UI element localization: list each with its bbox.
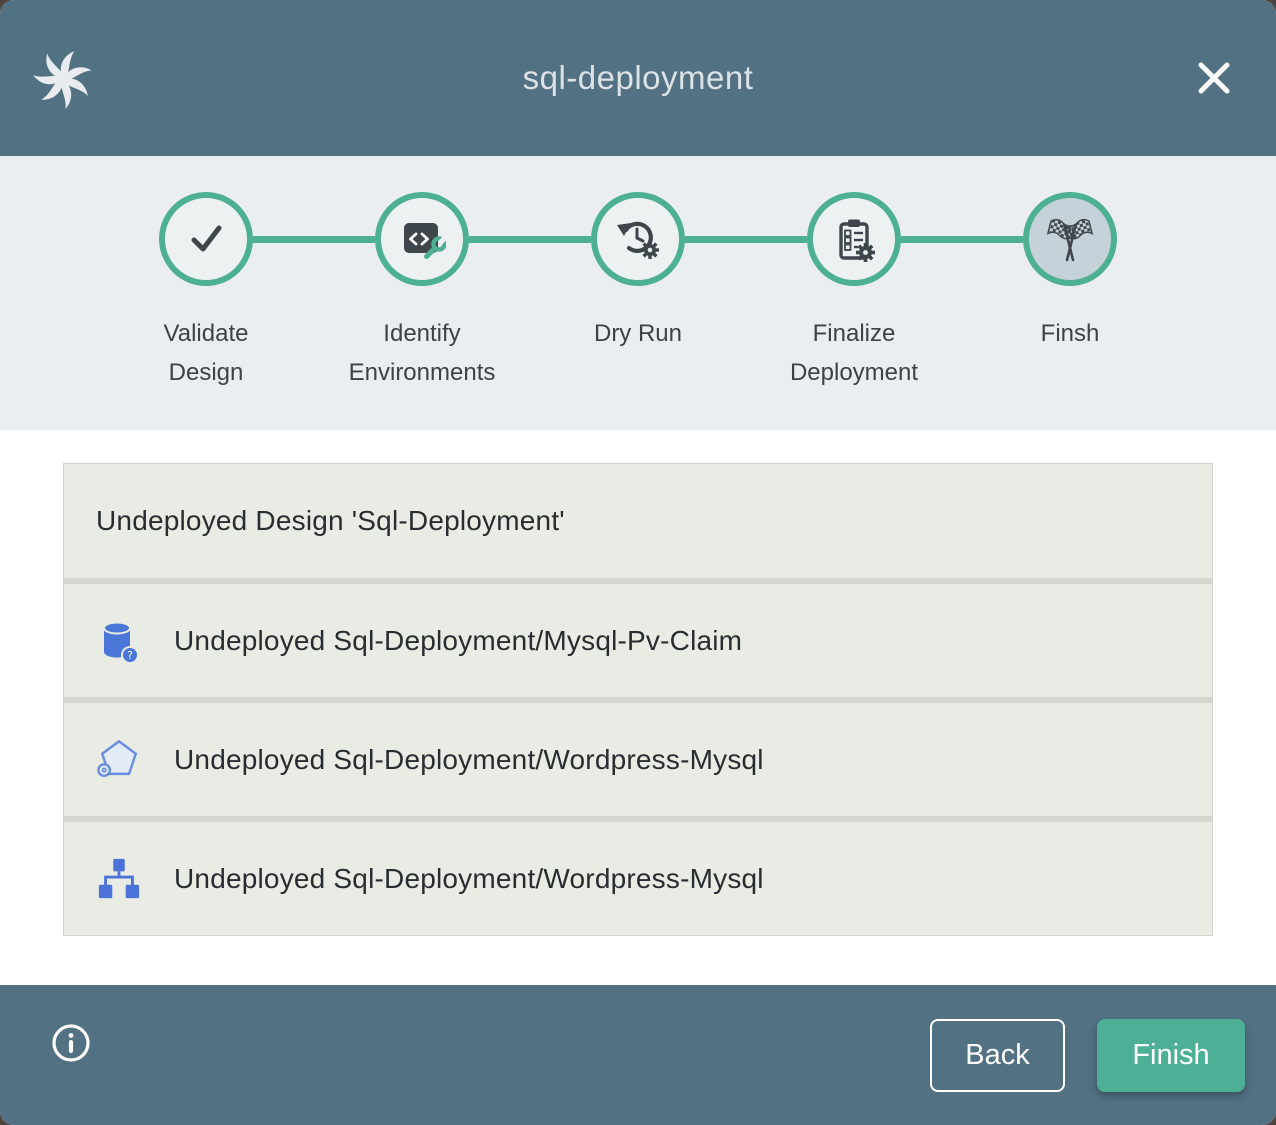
wizard-stepper: Validate Design Identify Environments Dr… — [0, 156, 1276, 430]
info-icon — [50, 1022, 92, 1064]
step-label-finish: Finsh — [962, 314, 1178, 392]
deployment-status-panel: Undeployed Design 'Sql-Deployment' ? Und… — [63, 463, 1213, 936]
step-finish[interactable] — [1023, 192, 1117, 286]
status-content: Undeployed Design 'Sql-Deployment' ? Und… — [0, 430, 1276, 985]
svg-text:?: ? — [127, 650, 133, 662]
modal-title: sql-deployment — [0, 59, 1276, 97]
status-row-mysql-pv-claim: ? Undeployed Sql-Deployment/Mysql-Pv-Cla… — [64, 578, 1212, 697]
step-finalize-deployment[interactable] — [807, 192, 901, 286]
close-icon — [1195, 59, 1233, 97]
step-label-validate-design: Validate Design — [98, 314, 314, 392]
status-row-text: Undeployed Sql-Deployment/Wordpress-Mysq… — [174, 863, 764, 895]
stepper-connector — [901, 236, 1023, 243]
close-button[interactable] — [1194, 58, 1234, 98]
database-icon: ? — [96, 617, 142, 665]
stepper-connector — [685, 236, 807, 243]
back-button[interactable]: Back — [930, 1019, 1065, 1092]
step-dry-run[interactable] — [591, 192, 685, 286]
code-wrench-icon — [398, 215, 446, 263]
sitemap-icon — [96, 855, 142, 903]
step-label-dry-run: Dry Run — [530, 314, 746, 392]
status-row-wordpress-mysql-2: Undeployed Sql-Deployment/Wordpress-Mysq… — [64, 816, 1212, 935]
status-title-text: Undeployed Design 'Sql-Deployment' — [96, 505, 565, 537]
status-row-wordpress-mysql-1: Undeployed Sql-Deployment/Wordpress-Mysq… — [64, 697, 1212, 816]
modal-header: sql-deployment — [0, 0, 1276, 156]
modal-footer: Back Finish — [0, 985, 1276, 1125]
checkmark-icon — [182, 215, 230, 263]
status-row-text: Undeployed Sql-Deployment/Mysql-Pv-Claim — [174, 625, 742, 657]
pinwheel-logo-icon — [30, 46, 96, 112]
sql-deployment-modal: sql-deployment — [0, 0, 1276, 1125]
clipboard-gear-icon — [830, 215, 878, 263]
stepper-connector — [253, 236, 375, 243]
step-identify-environments[interactable] — [375, 192, 469, 286]
stepper-connector — [469, 236, 591, 243]
refresh-gear-icon — [614, 215, 662, 263]
stepper-labels: Validate Design Identify Environments Dr… — [0, 314, 1276, 392]
step-validate-design[interactable] — [159, 192, 253, 286]
pentagon-icon — [96, 736, 142, 784]
step-label-finalize-deployment: Finalize Deployment — [746, 314, 962, 392]
status-title-row: Undeployed Design 'Sql-Deployment' — [64, 464, 1212, 578]
checkered-flags-icon — [1045, 214, 1095, 264]
step-label-identify-environments: Identify Environments — [314, 314, 530, 392]
finish-button[interactable]: Finish — [1097, 1019, 1245, 1092]
info-button[interactable] — [50, 1022, 92, 1064]
status-row-text: Undeployed Sql-Deployment/Wordpress-Mysq… — [174, 744, 764, 776]
